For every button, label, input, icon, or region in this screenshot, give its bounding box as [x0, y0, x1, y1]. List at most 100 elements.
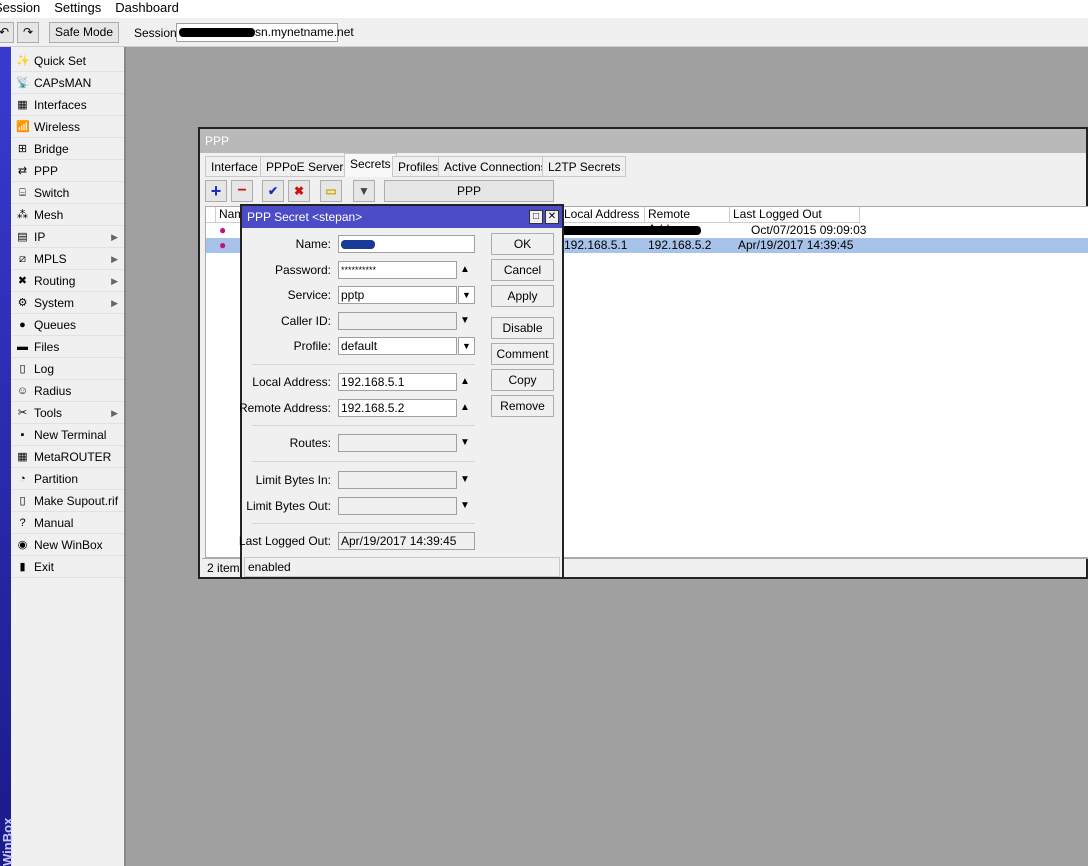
- comment-button[interactable]: Comment: [491, 343, 554, 365]
- limit-bytes-in-field[interactable]: [338, 471, 457, 489]
- menu-item-icon: ⇄: [17, 165, 28, 177]
- sidebar-item-bridge[interactable]: ⊞ Bridge: [12, 138, 124, 160]
- sidebar-item-partition[interactable]: ◔ Partition: [12, 468, 124, 490]
- col-remote-address[interactable]: Remote Address: [645, 207, 730, 236]
- last-logged-out: Oct/07/2015 09:09:03: [751, 223, 867, 237]
- tab-active-connections[interactable]: Active Connections: [438, 156, 553, 177]
- routes-label: Routes:: [289, 436, 331, 450]
- close-icon[interactable]: ✕: [545, 210, 559, 224]
- collapse-icon[interactable]: ▲: [460, 399, 470, 417]
- remote-address-label: Remote Address:: [238, 401, 331, 415]
- password-field[interactable]: **********: [338, 261, 457, 279]
- sidebar-item-capsman[interactable]: 📡 CAPsMAN: [12, 72, 124, 94]
- sidebar-item-label: Queues: [34, 318, 77, 332]
- undo-button[interactable]: ↶: [0, 22, 14, 43]
- dialog-title[interactable]: PPP Secret <stepan>: [242, 206, 562, 228]
- submenu-arrow-icon: ▶: [111, 254, 118, 264]
- service-select[interactable]: pptp: [338, 286, 457, 304]
- sidebar-item-ppp[interactable]: ⇄ PPP: [12, 160, 124, 182]
- cancel-button[interactable]: Cancel: [491, 259, 554, 281]
- add-icon[interactable]: +: [205, 180, 227, 202]
- sidebar-item-mesh[interactable]: ⁂ Mesh: [12, 204, 124, 226]
- sidebar-item-metarouter[interactable]: ▦ MetaROUTER: [12, 446, 124, 468]
- sidebar-item-files[interactable]: ▬ Files: [12, 336, 124, 358]
- menu-item-icon: ✖: [17, 275, 28, 287]
- remote-address-field[interactable]: 192.168.5.2: [338, 399, 457, 417]
- sidebar-item-label: Bridge: [34, 142, 69, 156]
- menu-session[interactable]: Session: [0, 0, 40, 18]
- sidebar-item-label: PPP: [34, 164, 59, 178]
- sidebar-item-tools[interactable]: ✂ Tools ▶: [12, 402, 124, 424]
- maximize-icon[interactable]: □: [529, 210, 543, 224]
- menu-item-icon: ▦: [17, 99, 28, 111]
- sidebar-item-make-supout-rif[interactable]: ▯ Make Supout.rif: [12, 490, 124, 512]
- comment-icon[interactable]: ▭: [320, 180, 342, 202]
- apply-button[interactable]: Apply: [491, 285, 554, 307]
- tab-secrets[interactable]: Secrets: [344, 153, 397, 177]
- copy-button[interactable]: Copy: [491, 369, 554, 391]
- sidebar-item-wireless[interactable]: 📶 Wireless: [12, 116, 124, 138]
- sidebar-item-manual[interactable]: ? Manual: [12, 512, 124, 534]
- redo-button[interactable]: ↷: [17, 22, 39, 43]
- local-address-field[interactable]: 192.168.5.1: [338, 373, 457, 391]
- ppp-auth-accounting-button[interactable]: PPP Authentication&Accounting: [384, 180, 554, 218]
- tab-profiles[interactable]: Profiles: [392, 156, 445, 177]
- sidebar-item-quick-set[interactable]: ✨ Quick Set: [12, 50, 124, 72]
- sidebar-item-system[interactable]: ⚙ System ▶: [12, 292, 124, 314]
- menu-item-icon: ?: [19, 517, 26, 529]
- dropdown-icon[interactable]: ▼: [458, 337, 475, 355]
- disable-x-icon[interactable]: ✖: [288, 180, 310, 202]
- sidebar-item-ip[interactable]: ▤ IP ▶: [12, 226, 124, 248]
- menu-settings[interactable]: Settings: [54, 0, 101, 18]
- ok-button[interactable]: OK: [491, 233, 554, 255]
- menu-item-icon: ▦: [17, 451, 28, 463]
- safe-mode-button[interactable]: Safe Mode: [49, 22, 119, 43]
- col-local-address[interactable]: Local Address: [561, 207, 645, 223]
- caller-id-field[interactable]: [338, 312, 457, 330]
- enable-check-icon[interactable]: ✔: [262, 180, 284, 202]
- sidebar-item-log[interactable]: ▯ Log: [12, 358, 124, 380]
- sidebar-item-label: Quick Set: [34, 54, 87, 68]
- expand-icon[interactable]: ▼: [460, 434, 470, 452]
- sidebar-item-routing[interactable]: ✖ Routing ▶: [12, 270, 124, 292]
- menu-item-icon: ▯: [19, 495, 26, 507]
- collapse-icon[interactable]: ▲: [460, 373, 470, 391]
- remove-icon[interactable]: −: [231, 180, 253, 202]
- submenu-arrow-icon: ▶: [111, 276, 118, 286]
- tab-l2tp-secrets[interactable]: L2TP Secrets: [542, 156, 627, 177]
- window-title[interactable]: PPP: [200, 129, 1086, 153]
- menu-item-icon: ⚙: [17, 297, 28, 309]
- tab-interface[interactable]: Interface: [205, 156, 264, 177]
- name-field[interactable]: [338, 235, 475, 253]
- dialog-status: enabled: [244, 557, 560, 577]
- sidebar-item-queues[interactable]: ● Queues: [12, 314, 124, 336]
- remove-button[interactable]: Remove: [491, 395, 554, 417]
- sidebar-item-label: Switch: [34, 186, 70, 200]
- expand-icon[interactable]: ▼: [460, 312, 470, 330]
- secret-icon: ●: [219, 223, 227, 237]
- sidebar-item-label: Mesh: [34, 208, 64, 222]
- sidebar-item-exit[interactable]: ▮ Exit: [12, 556, 124, 578]
- sidebar-item-new-winbox[interactable]: ◉ New WinBox: [12, 534, 124, 556]
- sidebar-item-radius[interactable]: ☺ Radius: [12, 380, 124, 402]
- profile-select[interactable]: default: [338, 337, 457, 355]
- sidebar-item-new-terminal[interactable]: ▪ New Terminal: [12, 424, 124, 446]
- service-label: Service:: [287, 288, 331, 302]
- sidebar-item-label: Tools: [34, 406, 63, 420]
- disable-button[interactable]: Disable: [491, 317, 554, 339]
- dropdown-icon[interactable]: ▼: [458, 286, 475, 304]
- col-last-logged-out[interactable]: Last Logged Out: [730, 207, 860, 223]
- filter-icon[interactable]: ▼: [353, 180, 375, 202]
- routes-field[interactable]: [338, 434, 457, 452]
- expand-icon[interactable]: ▼: [460, 497, 470, 515]
- collapse-icon[interactable]: ▲: [460, 261, 470, 279]
- sidebar-item-mpls[interactable]: ⧄ MPLS ▶: [12, 248, 124, 270]
- session-field[interactable]: sn.mynetname.net: [176, 23, 354, 42]
- expand-icon[interactable]: ▼: [460, 471, 470, 489]
- tab-pppoe-servers[interactable]: PPPoE Servers: [260, 156, 356, 177]
- limit-bytes-out-field[interactable]: [338, 497, 457, 515]
- sidebar-item-label: Manual: [34, 516, 74, 530]
- menu-dashboard[interactable]: Dashboard: [115, 0, 179, 18]
- sidebar-item-interfaces[interactable]: ▦ Interfaces: [12, 94, 124, 116]
- sidebar-item-switch[interactable]: ⌸ Switch: [12, 182, 124, 204]
